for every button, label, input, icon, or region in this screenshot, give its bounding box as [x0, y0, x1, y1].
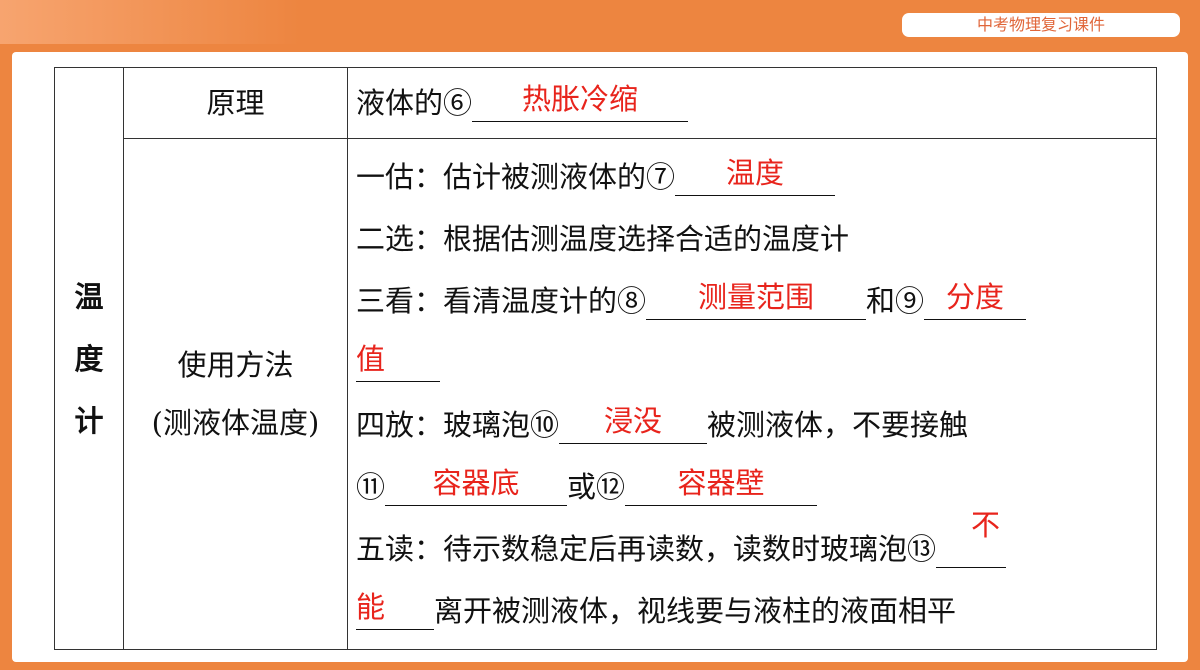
step-place: 四放：玻璃泡⑩ 浸没 被测液体，不要接触: [356, 394, 1156, 456]
answer-text: 容器壁: [677, 466, 765, 500]
step-text: 一估：估计被测液体的⑦: [356, 160, 676, 194]
usage-content: 一估：估计被测液体的⑦ 温度 二选：根据估测温度选择合适的温度计 三看：看清温度计…: [347, 138, 1157, 650]
table-row-usage: 使用方法 (测液体温度) 一估：估计被测液体的⑦ 温度 二选：根据估测温度选择合适…: [55, 138, 1157, 650]
answer-text: 容器底: [432, 466, 520, 500]
principle-content: 液体的⑥ 热胀冷缩: [347, 67, 1157, 139]
step-text: 离开被测液体，视线要与液柱的液面相平: [434, 594, 957, 628]
step-text: ⑪: [356, 470, 386, 504]
step-text: 被测液体，不要接触: [707, 408, 969, 442]
step-text: 三看：看清温度计的⑧: [356, 284, 647, 318]
usage-label-line2: (测液体温度): [151, 406, 320, 440]
usage-label: 使用方法 (测液体温度): [123, 138, 348, 650]
principle-line: 液体的⑥ 热胀冷缩: [356, 72, 1156, 134]
answer-blank: 测量范围: [646, 275, 867, 320]
answer-blank: 容器底: [385, 461, 568, 506]
step-text: 四放：玻璃泡⑩: [356, 408, 560, 442]
step-check: 三看：看清温度计的⑧ 测量范围 和⑨ 分度: [356, 270, 1156, 332]
answer-text: 不: [971, 508, 1001, 542]
category-char: 温: [74, 279, 104, 314]
principle-text: 液体的⑥: [356, 86, 473, 120]
table-row-principle: 温 度 计 原理 液体的⑥ 热胀冷缩: [54, 67, 1157, 650]
answer-text: 热胀冷缩: [522, 82, 639, 116]
step-read: 五读：待示数稳定后再读数，读数时玻璃泡⑬ 不: [356, 508, 1156, 580]
answer-blank: 容器壁: [625, 461, 818, 506]
category-char: 计: [74, 403, 104, 438]
step-check-cont: 值: [356, 332, 1156, 394]
answer-text: 分度: [946, 280, 1005, 314]
answer-blank: 不: [936, 508, 1007, 568]
answer-blank: 温度: [675, 151, 836, 196]
top-decoration: [0, 0, 300, 44]
answer-text: 浸没: [604, 404, 663, 438]
answer-blank: 能: [356, 585, 434, 630]
answer-text: 能: [356, 590, 386, 624]
step-text: 和⑨: [866, 284, 925, 318]
step-select: 二选：根据估测温度选择合适的温度计: [356, 208, 1156, 270]
step-text: 二选：根据估测温度选择合适的温度计: [356, 222, 850, 256]
category-cell: 温 度 计: [54, 67, 124, 650]
step-text: 或⑫: [567, 470, 626, 504]
step-estimate: 一估：估计被测液体的⑦ 温度: [356, 146, 1156, 208]
answer-text: 温度: [726, 156, 785, 190]
answer-text: 测量范围: [698, 280, 815, 314]
usage-label-line1: 使用方法: [177, 348, 294, 382]
category-char: 度: [74, 341, 104, 376]
course-title-badge: 中考物理复习课件: [902, 13, 1180, 37]
step-place-cont: ⑪ 容器底 或⑫ 容器壁: [356, 456, 1156, 518]
answer-text: 值: [356, 342, 386, 376]
thermometer-table: 温 度 计 原理 液体的⑥ 热胀冷缩 使用方法 (测液体温度) 一估：估计被测液体…: [54, 67, 1157, 650]
principle-label: 原理: [123, 67, 348, 139]
answer-blank: 值: [356, 337, 440, 382]
step-read-cont: 能 离开被测液体，视线要与液柱的液面相平: [356, 580, 1156, 642]
answer-blank: 热胀冷缩: [472, 77, 689, 122]
step-text: 五读：待示数稳定后再读数，读数时玻璃泡⑬: [356, 532, 937, 566]
answer-blank: 分度: [924, 275, 1027, 320]
answer-blank: 浸没: [559, 399, 708, 444]
